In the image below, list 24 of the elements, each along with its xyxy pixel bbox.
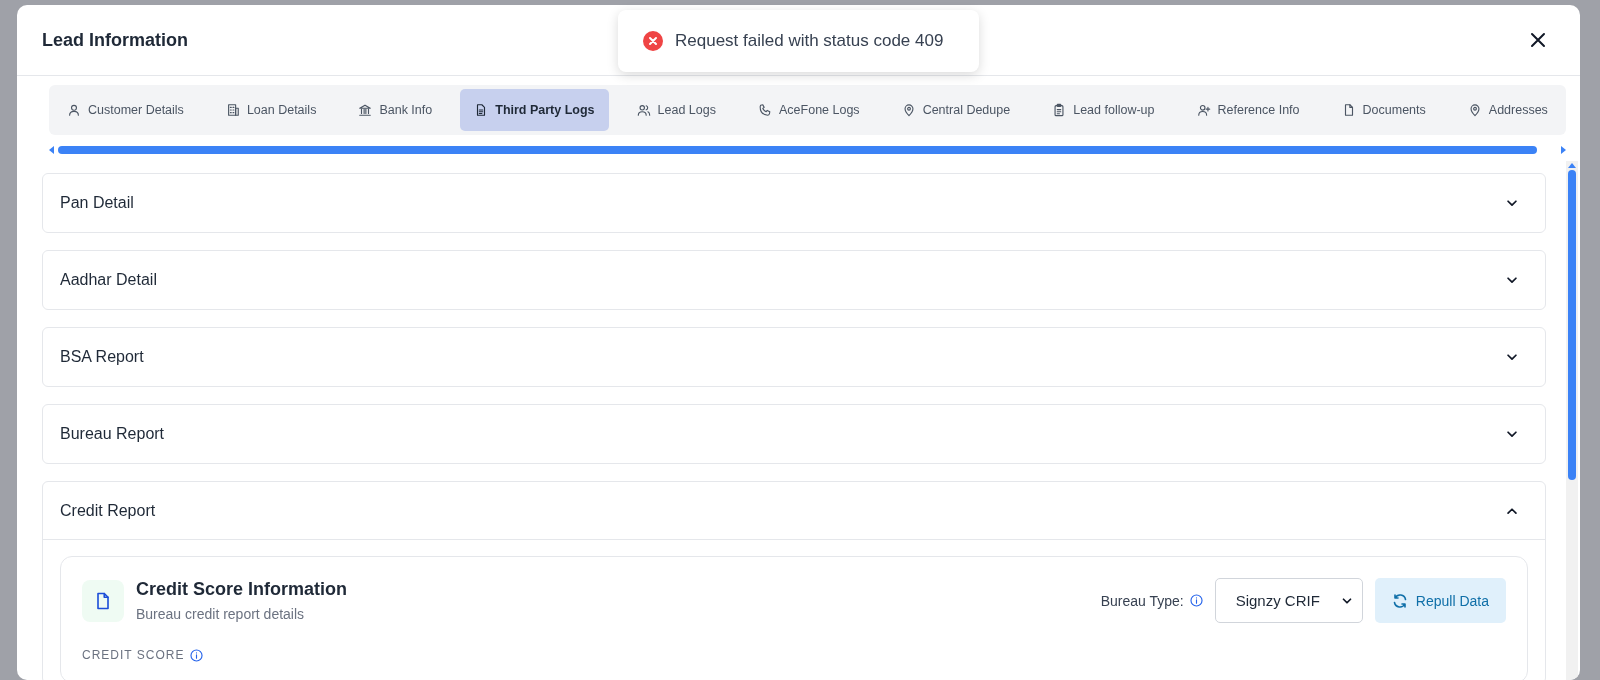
tab[interactable]: Third Party Logs [460,89,609,131]
tab[interactable]: Bank Info [344,89,447,131]
modal-title: Lead Information [42,29,188,51]
tab[interactable]: Loan Details [211,89,331,131]
card-subtitle: Bureau credit report details [136,606,306,622]
accordion-header[interactable]: BSA Report [43,328,1545,386]
credit-score-label: CREDIT SCORE [82,648,185,662]
tab[interactable]: Reference Info [1182,89,1314,131]
tab[interactable]: Documents [1327,89,1440,131]
accordion-header[interactable]: Credit Report [43,482,1545,540]
card-title: Credit Score Information [136,579,348,600]
accordion-header[interactable]: Pan Detail [43,174,1545,232]
tab[interactable]: AceFone Logs [744,89,874,131]
tab[interactable]: Lead follow-up [1038,89,1169,131]
accordion-header[interactable]: Bureau Report [43,405,1545,463]
tab[interactable]: Addresses [1453,89,1562,131]
tab[interactable]: Lead Logs [622,89,730,131]
bureau-type-dropdown[interactable]: Signzy CRIF [1214,578,1363,623]
tab[interactable]: Customer Details [53,89,198,131]
repull-data-button[interactable]: Repull Data [1374,578,1506,623]
toast-message: Request failed with status code 409 [675,31,944,51]
tab[interactable]: Central Dedupe [887,89,1025,131]
bureau-type-label: Bureau Type: [1100,592,1184,609]
accordion-header[interactable]: Aadhar Detail [43,251,1545,309]
